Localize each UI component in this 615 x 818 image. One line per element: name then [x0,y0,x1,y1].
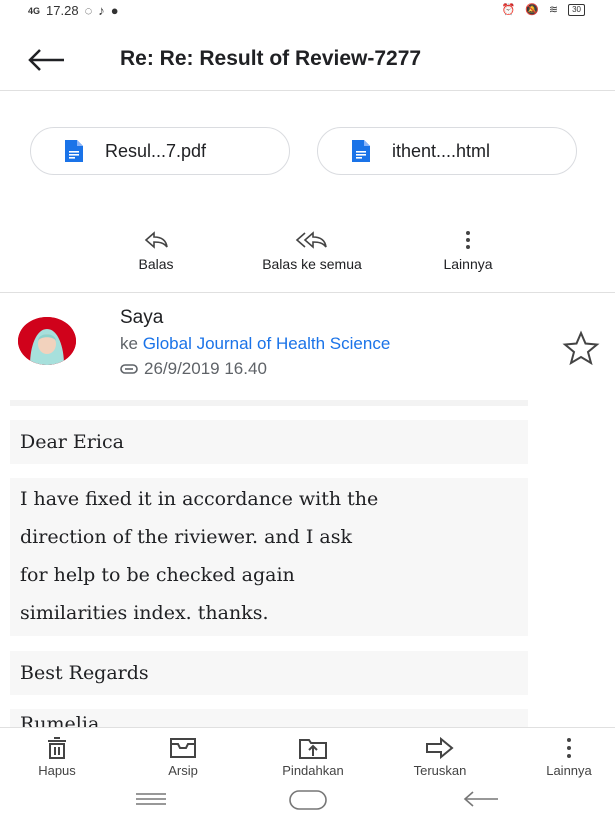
reply-icon [144,231,168,249]
back-arrow-icon[interactable] [26,44,66,76]
closing-text: Best Regards [20,662,149,684]
home-icon[interactable] [288,789,328,811]
system-nav-bar [0,787,615,818]
trash-icon [48,737,66,759]
message-date: 26/9/2019 16.40 [144,359,267,378]
archive-icon [170,738,196,758]
more-actions-label: Lainnya [443,256,493,272]
system-back-icon[interactable] [462,789,500,809]
recent-apps-icon[interactable] [134,789,168,809]
wifi-icon: ≋ [548,4,559,16]
bottom-nav: Hapus Arsip Pindahkan Teruskan Lainnya [0,727,615,788]
body-line: for help to be checked again [20,564,295,586]
forward-button[interactable]: Teruskan [400,736,480,778]
reply-all-button[interactable]: Balas ke semua [236,230,388,272]
move-folder-icon [299,739,327,759]
signal-indicator: 4G [28,5,41,16]
more-bottom-button[interactable]: Lainnya [534,736,604,778]
more-actions-button[interactable]: Lainnya [428,230,508,272]
attachment-name: ithent....html [392,140,491,161]
notification-icon: ● [110,3,119,18]
reply-all-label: Balas ke semua [262,256,362,272]
status-time: 17.28 [46,3,79,18]
reply-label: Balas [138,256,174,272]
recipient-link[interactable]: Global Journal of Health Science [143,334,391,353]
archive-label: Arsip [168,763,198,778]
reply-button[interactable]: Balas [124,230,188,272]
mute-icon: 🔕 [525,4,539,16]
recipient-line: ke Global Journal of Health Science [120,334,390,354]
attachment-chip-html[interactable]: ithent....html [317,127,577,175]
body-greeting-block: Dear Erica [10,420,528,464]
attachment-link-icon [120,364,138,374]
more-bottom-label: Lainnya [546,763,592,778]
more-vert-icon [466,231,470,249]
archive-button[interactable]: Arsip [150,736,216,778]
body-main-block: I have fixed it in accordance with the d… [10,478,528,636]
date-line: 26/9/2019 16.40 [120,359,267,379]
greeting-text: Dear Erica [20,431,124,453]
avatar[interactable] [18,317,76,365]
status-left: 4G 17.28 ◌ ♪ ● [28,3,119,18]
whatsapp-icon: ◌ [84,3,93,18]
more-vert-icon [567,738,571,758]
delete-button[interactable]: Hapus [24,736,90,778]
avatar-picture [18,317,76,365]
document-icon [65,140,83,162]
body-top-strip [10,400,528,406]
status-right: ⏰ 🔕 ≋ 30 [501,3,585,16]
sender-name: Saya [120,307,164,328]
body-line: similarities index. thanks. [20,602,269,624]
forward-icon [426,736,454,760]
message-actions: Balas Balas ke semua Lainnya [0,230,615,280]
page-title: Re: Re: Result of Review-7277 [120,47,422,70]
alarm-icon: ⏰ [501,4,516,16]
delete-label: Hapus [38,763,76,778]
body-line: direction of the riviewer. and I ask [20,526,352,548]
reply-all-icon [295,231,327,249]
body-line: I have fixed it in accordance with the [20,488,379,510]
star-icon[interactable] [562,330,600,366]
document-icon [352,140,370,162]
recipient-prefix: ke [120,334,138,353]
tiktok-icon: ♪ [98,3,105,18]
signature-text: Rumelia [20,713,100,727]
status-bar: 4G 17.28 ◌ ♪ ● ⏰ 🔕 ≋ 30 [0,0,615,22]
body-signature-block: Rumelia [10,709,528,727]
attachment-chip-pdf[interactable]: Resul...7.pdf [30,127,290,175]
body-closing-block: Best Regards [10,651,528,695]
move-button[interactable]: Pindahkan [268,736,358,778]
forward-label: Teruskan [413,763,467,778]
attachment-name: Resul...7.pdf [105,140,207,161]
divider [0,292,615,293]
battery-indicator: 30 [568,3,585,16]
move-label: Pindahkan [282,763,344,778]
app-bar: Re: Re: Result of Review-7277 [0,30,615,91]
